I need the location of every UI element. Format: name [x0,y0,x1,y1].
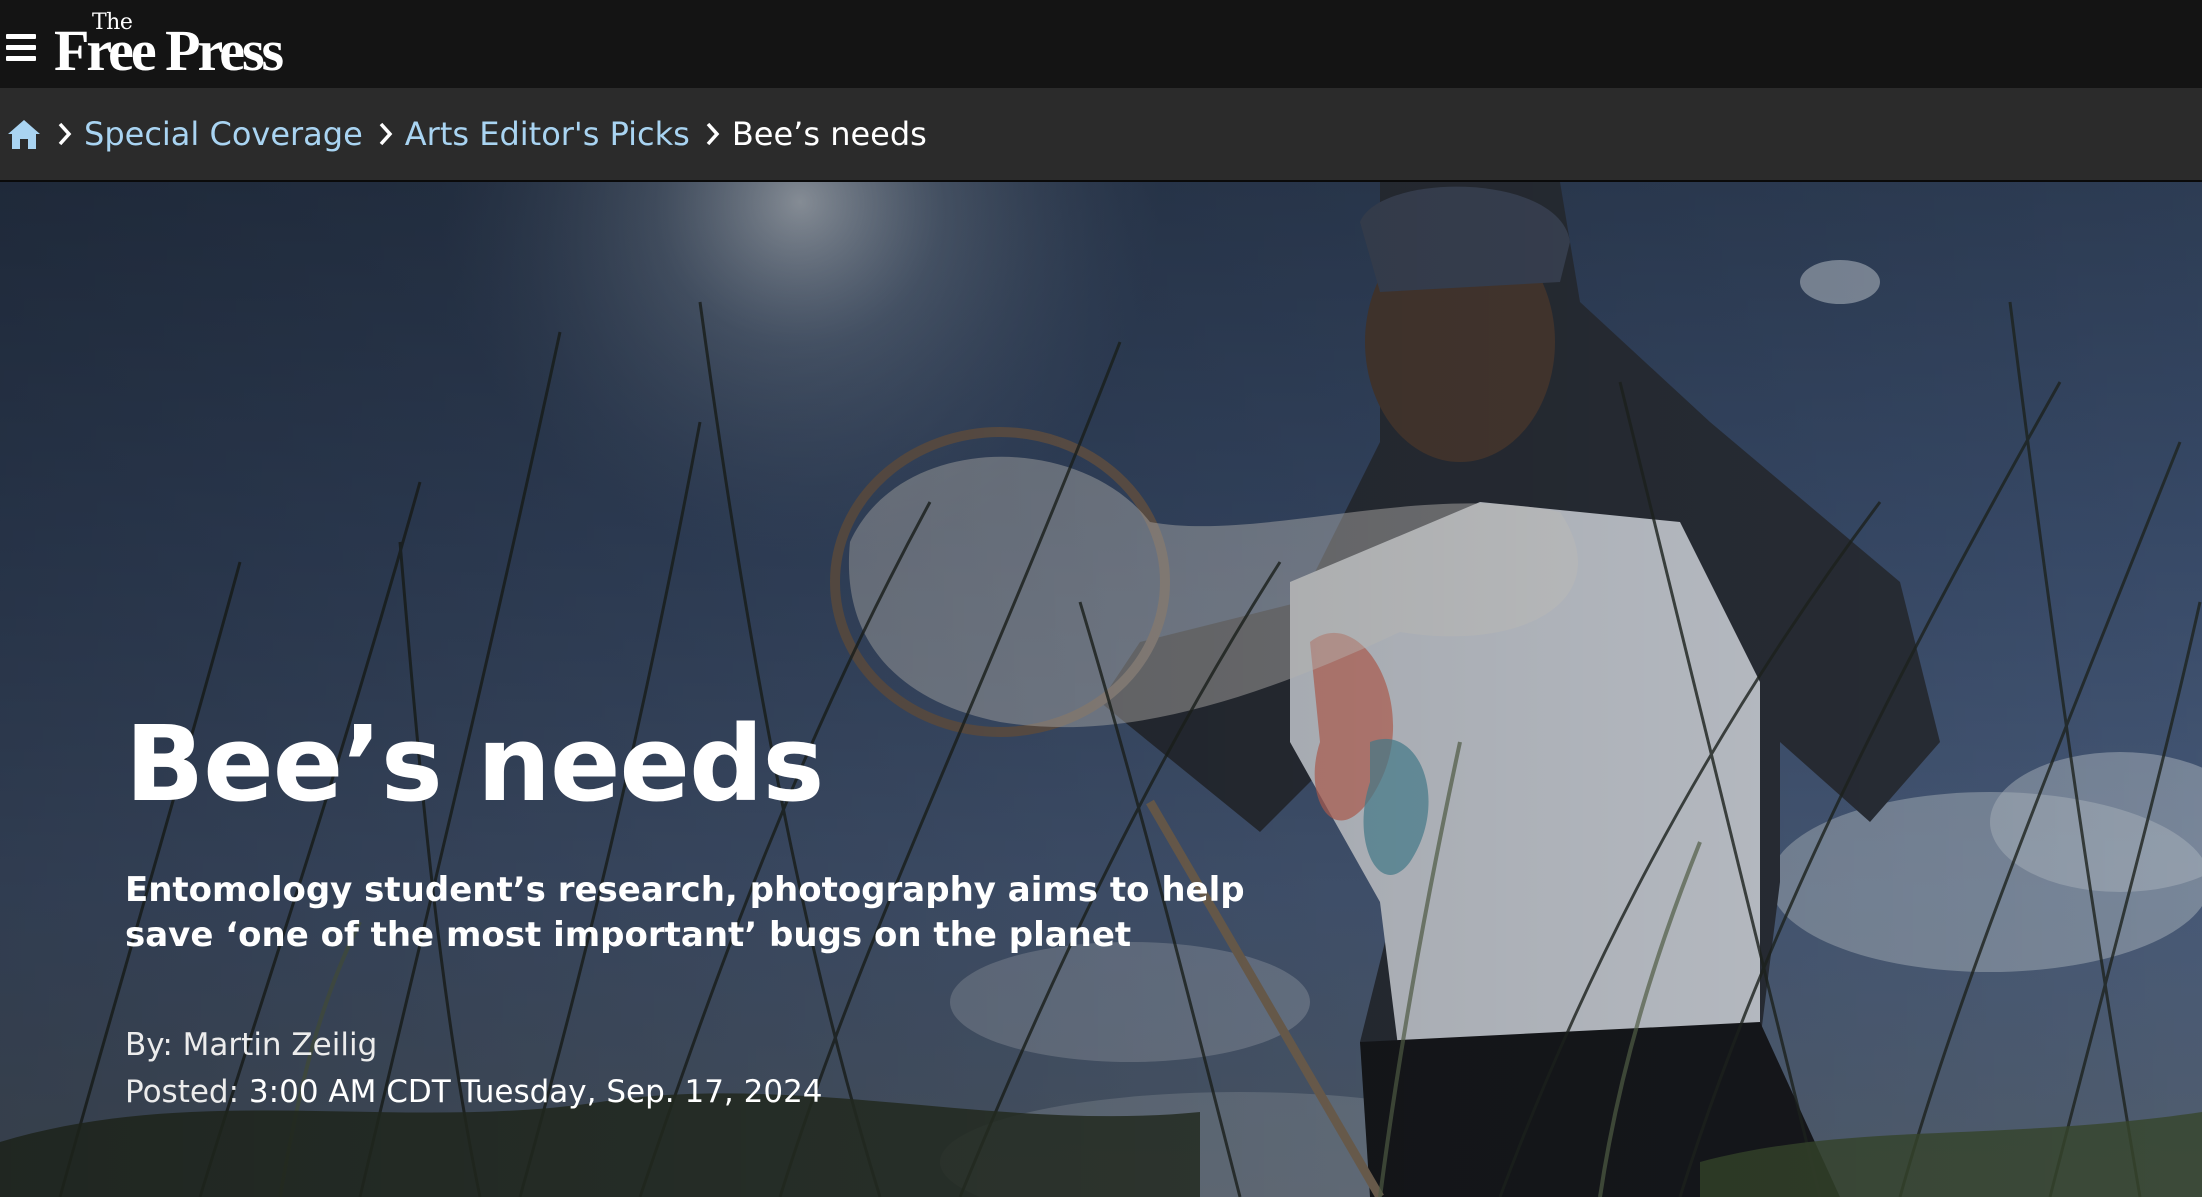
hero-section: Bee’s needs Entomology student’s researc… [0,182,2202,1197]
hamburger-menu-icon[interactable] [6,34,36,62]
chevron-right-icon [706,122,720,146]
byline-label: By: [125,1027,173,1063]
logo-name: Free Press [54,18,284,83]
byline: By: Martin Zeilig [125,1022,823,1069]
article-meta: By: Martin Zeilig Posted: 3:00 AM CDT Tu… [125,1022,823,1116]
breadcrumb: Special Coverage Arts Editor's Picks Bee… [0,88,2202,182]
site-header: The Free Press [0,0,2202,88]
author-name[interactable]: Martin Zeilig [183,1027,378,1063]
breadcrumb-arts-editors-picks[interactable]: Arts Editor's Picks [405,115,690,153]
home-icon[interactable] [6,116,42,152]
breadcrumb-special-coverage[interactable]: Special Coverage [84,115,363,153]
chevron-right-icon [379,122,393,146]
article-headline: Bee’s needs [125,703,824,825]
breadcrumb-current: Bee’s needs [731,115,927,153]
posted-line: Posted: 3:00 AM CDT Tuesday, Sep. 17, 20… [125,1069,823,1116]
article-subheadline: Entomology student’s research, photograp… [125,870,1245,955]
site-logo[interactable]: The Free Press [54,8,314,83]
chevron-right-icon [58,122,72,146]
posted-label: Posted: [125,1074,240,1110]
posted-time: 3:00 AM CDT Tuesday, Sep. 17, 2024 [248,1074,823,1110]
